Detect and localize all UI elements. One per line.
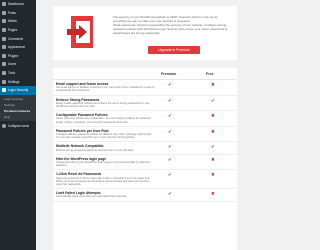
- feature-description: Reset the password of all the users with…: [56, 176, 151, 187]
- banner-description-text: Weak passwords should not jeopardize the…: [113, 23, 228, 35]
- sidebar-item[interactable]: Users: [0, 60, 36, 69]
- banner-intro-text: The security of your WordPress website i…: [113, 15, 218, 23]
- feature-description: Change the URL of your WordPress login p…: [56, 161, 150, 168]
- feature-description: Get email support in addition to access …: [56, 86, 155, 93]
- feature-comparison-table: Premium Free Email support and forum acc…: [53, 68, 237, 250]
- premium-check-icon: ✔: [168, 172, 172, 178]
- free-cross-icon: ✖: [211, 156, 215, 162]
- brush-icon: [2, 45, 6, 50]
- sidebar-item[interactable]: Pages: [0, 26, 36, 35]
- sidebar-item[interactable]: Dashboard: [0, 0, 36, 9]
- table-header: Premium Free: [53, 68, 237, 80]
- feature-description: Enforce strong password policies at netw…: [56, 148, 134, 152]
- settings-icon: [2, 79, 6, 84]
- sidebar-item[interactable]: Appearance: [0, 43, 36, 52]
- table-row: Enforce Strong Passwords Easily enable pa…: [53, 96, 237, 112]
- sidebar-item-label: Comments: [8, 36, 24, 41]
- free-cross-icon: ✖: [211, 191, 215, 197]
- table-row: Multisite Network Compatible Enforce stro…: [53, 142, 237, 155]
- premium-check-icon: ✔: [168, 82, 172, 87]
- free-column-header: Free: [206, 72, 214, 76]
- feature-description: All the password policies are configurab…: [56, 117, 151, 124]
- sidebar-item-label: Posts: [8, 10, 16, 15]
- free-check-icon: ✔: [211, 97, 215, 103]
- sidebar-item-label: Users: [8, 62, 17, 67]
- free-cross-icon: ✖: [211, 113, 215, 119]
- table-row: Configurable Password Policies All the pa…: [53, 111, 237, 127]
- page-icon: [2, 28, 6, 33]
- submenu-item[interactable]: Help: [0, 114, 36, 120]
- pin-icon: [2, 10, 6, 15]
- plug-icon: [2, 53, 6, 58]
- media-icon: [2, 19, 6, 24]
- sidebar-item-label: Settings: [8, 79, 20, 84]
- sidebar-submenu: Login Security Settings Premium Features He…: [0, 94, 36, 122]
- premium-check-icon: ✔: [168, 128, 172, 134]
- free-check-icon: ✔: [211, 144, 215, 150]
- premium-check-icon: ✔: [168, 191, 172, 197]
- sidebar-item[interactable]: Posts: [0, 9, 36, 18]
- upgrade-banner: The security of your WordPress website i…: [53, 6, 237, 60]
- collapse-menu-button[interactable]: Collapse menu: [0, 122, 36, 130]
- premium-check-icon: ✔: [168, 144, 172, 150]
- upgrade-to-premium-button[interactable]: Upgrade to Premium: [148, 46, 200, 54]
- premium-check-icon: ✔: [168, 156, 172, 162]
- premium-check-icon: ✔: [168, 97, 172, 103]
- sidebar-item-label: Appearance: [8, 45, 26, 50]
- wrench-icon: [2, 71, 6, 76]
- sidebar-item-label: Login Security: [8, 88, 29, 93]
- premium-check-icon: ✔: [168, 113, 172, 119]
- sidebar-item-label: Pages: [8, 28, 18, 33]
- table-row: Limit Failed Login Attempts Automatically…: [53, 189, 237, 202]
- sidebar-item-label: Media: [8, 19, 17, 24]
- feature-description: Configure different password policies fo…: [56, 133, 153, 140]
- table-row: Email support and forum access Get email …: [53, 80, 237, 96]
- collapse-label: Collapse menu: [8, 124, 30, 129]
- sidebar-item[interactable]: Plugins: [0, 52, 36, 61]
- feature-description: Easily enable password policies and enfo…: [56, 101, 150, 109]
- comment-icon: [2, 36, 6, 41]
- free-cross-icon: ✖: [211, 128, 215, 134]
- free-cross-icon: ✖: [211, 82, 215, 87]
- login-security-logo-icon: [67, 16, 93, 48]
- shield-icon: [2, 88, 6, 93]
- feature-description: Automatically block users after too many…: [56, 195, 128, 199]
- sidebar-item[interactable]: Tools: [0, 69, 36, 78]
- table-row: Password Policies per User Role Configure…: [53, 127, 237, 143]
- sidebar-item[interactable]: Media: [0, 17, 36, 26]
- free-cross-icon: ✖: [211, 172, 215, 178]
- table-row: 1-Click Reset All Passwords Reset the pas…: [53, 170, 237, 190]
- sidebar-item-label: Tools: [8, 71, 16, 76]
- sidebar-item-label: Dashboard: [8, 2, 24, 7]
- sidebar-item[interactable]: Login Security: [0, 85, 36, 95]
- collapse-icon: [2, 124, 6, 129]
- sidebar-item[interactable]: Settings: [0, 77, 36, 86]
- sidebar-item-label: Plugins: [8, 53, 19, 58]
- premium-column-header: Premium: [161, 72, 177, 76]
- table-row: Hide the WordPress login page Change the …: [53, 155, 237, 171]
- sidebar-item[interactable]: Comments: [0, 34, 36, 43]
- user-icon: [2, 62, 6, 67]
- dashboard-icon: [2, 2, 6, 7]
- admin-sidebar: Dashboard Posts Media Pages Comments Appearan…: [0, 0, 36, 250]
